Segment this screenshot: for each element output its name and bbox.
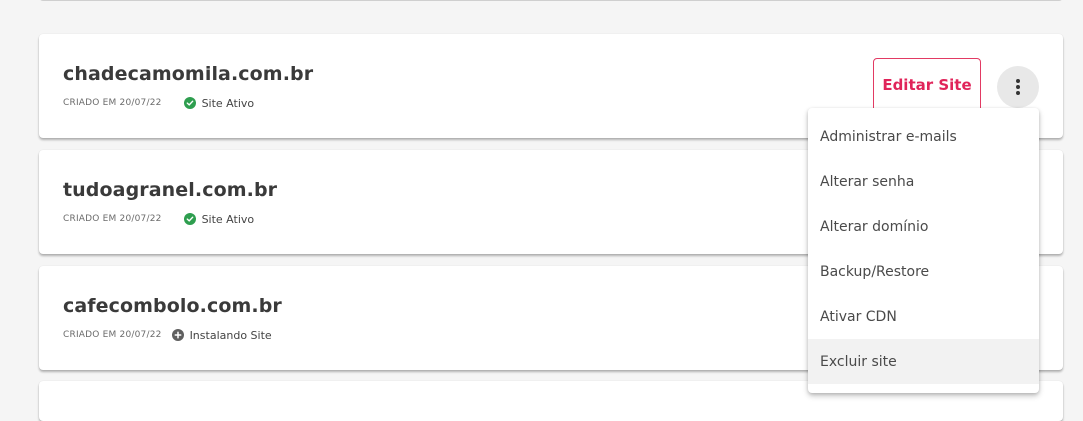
- site-card-partial-top: [39, 0, 1063, 1]
- status-text: Site Ativo: [201, 212, 255, 226]
- menu-item-backup-restore[interactable]: Backup/Restore: [808, 249, 1039, 294]
- more-vertical-icon: [1016, 79, 1020, 95]
- site-meta: CRIADO EM 20/07/22 Site Ativo: [63, 212, 254, 226]
- check-circle-icon: [183, 213, 196, 225]
- menu-item-change-password[interactable]: Alterar senha: [808, 159, 1039, 204]
- site-meta: CRIADO EM 20/07/22 Site Ativo: [63, 96, 254, 110]
- menu-item-delete-site[interactable]: Excluir site: [808, 339, 1039, 384]
- status-badge: Site Ativo: [183, 96, 255, 110]
- site-name[interactable]: chadecamomila.com.br: [63, 63, 313, 85]
- menu-item-manage-emails[interactable]: Administrar e-mails: [808, 114, 1039, 159]
- status-text: Site Ativo: [201, 96, 255, 110]
- created-date: CRIADO EM 20/07/22: [63, 98, 162, 108]
- created-date: CRIADO EM 20/07/22: [63, 330, 162, 340]
- status-badge: Site Ativo: [183, 212, 255, 226]
- status-badge: Instalando Site: [171, 328, 272, 342]
- created-date: CRIADO EM 20/07/22: [63, 214, 162, 224]
- edit-site-button[interactable]: Editar Site: [873, 58, 981, 112]
- site-meta: CRIADO EM 20/07/22 Instalando Site: [63, 328, 272, 342]
- menu-item-enable-cdn[interactable]: Ativar CDN: [808, 294, 1039, 339]
- site-name[interactable]: tudoagranel.com.br: [63, 179, 277, 201]
- check-circle-icon: [183, 97, 196, 109]
- plus-circle-icon: [171, 329, 184, 341]
- site-options-menu: Administrar e-mails Alterar senha Altera…: [808, 108, 1039, 393]
- more-options-button[interactable]: [997, 66, 1039, 108]
- status-text: Instalando Site: [189, 328, 272, 342]
- site-name[interactable]: cafecombolo.com.br: [63, 295, 282, 317]
- menu-item-change-domain[interactable]: Alterar domínio: [808, 204, 1039, 249]
